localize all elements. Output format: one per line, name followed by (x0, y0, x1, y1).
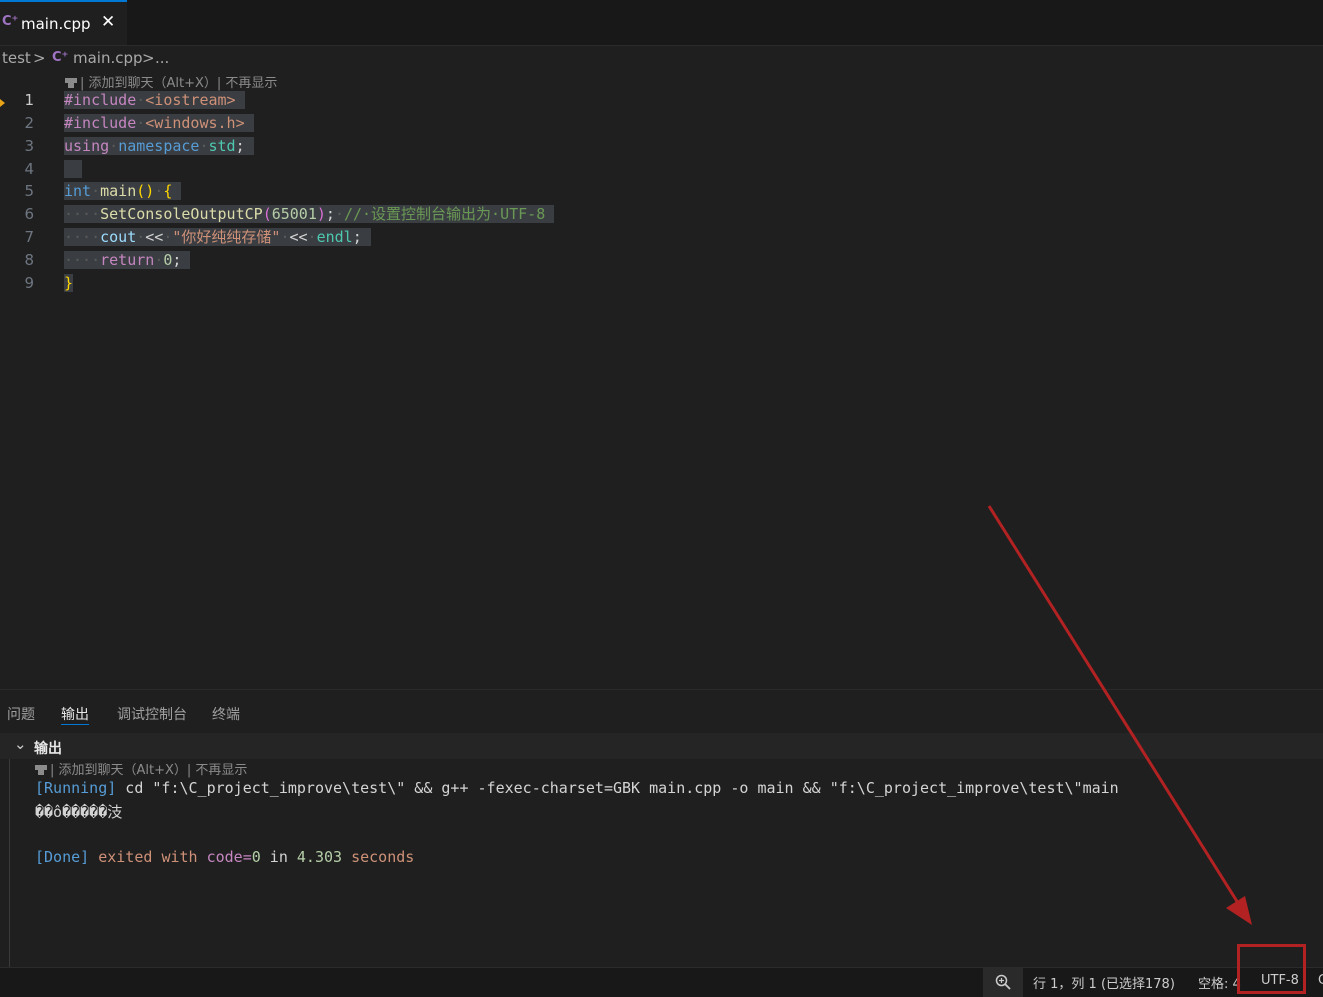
annotation-arrow (987, 505, 1252, 925)
annotation-highlight-box (1237, 944, 1306, 994)
